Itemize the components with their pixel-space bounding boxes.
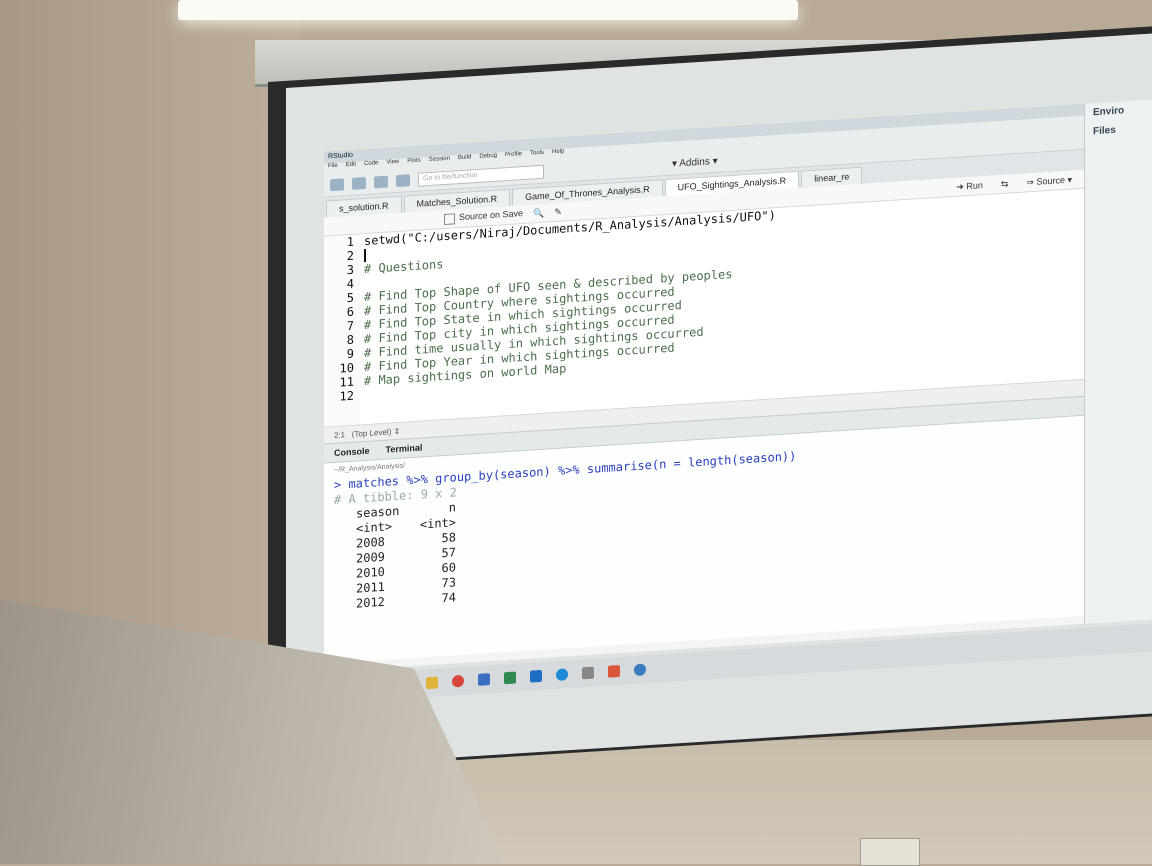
rstudio-window: RStudio File Edit Code View Plots Sessio… [324,99,1152,672]
new-file-icon[interactable] [330,178,344,192]
line-gutter: 1 2 3 4 5 6 7 8 9 10 11 12 [324,234,360,427]
tab-files[interactable]: Files [1085,118,1152,141]
open-folder-icon[interactable] [374,175,388,189]
side-pane: Enviro Files [1084,99,1152,624]
tab-terminal[interactable]: Terminal [386,442,423,454]
powerpoint-icon[interactable] [608,664,620,678]
settings-icon[interactable] [582,666,594,680]
scope-label: (Top Level) [351,426,392,439]
new-project-icon[interactable] [352,176,366,190]
line-number: 12 [339,388,354,404]
projected-screen: RStudio File Edit Code View Plots Sessio… [286,33,1152,769]
wand-icon[interactable]: ✎ [554,206,562,217]
count-cell: 74 [441,590,456,606]
run-label: Run [966,179,983,191]
checkbox-icon [444,212,455,225]
search-icon[interactable]: 🔍 [533,207,544,219]
menu-file[interactable]: File [328,163,338,175]
source-button[interactable]: ⇒ Source ▾ [1026,174,1072,188]
outlook-icon[interactable] [530,669,542,683]
file-explorer-icon[interactable] [426,676,438,690]
menu-edit[interactable]: Edit [346,162,356,174]
wall-socket [860,838,920,866]
run-controls: ➜ Run ⇆ ⇒ Source ▾ [956,174,1072,192]
tab-console[interactable]: Console [334,446,370,458]
rstudio-icon[interactable] [634,663,646,677]
scope-indicator[interactable]: 2:1 (Top Level) ⇕ [334,426,400,439]
text-cursor [364,248,366,263]
menu-tools[interactable]: Tools [530,150,544,162]
code-lines: setwd("C:/users/Niraj/Documents/R_Analys… [360,208,776,424]
ceiling-light [178,0,798,20]
menu-code[interactable]: Code [364,160,378,172]
store-icon[interactable] [478,673,490,686]
save-icon[interactable] [396,174,410,188]
goto-file-input[interactable]: Go to file/function [418,164,544,187]
menu-debug[interactable]: Debug [479,153,497,165]
addins-dropdown[interactable]: ▾ Addins ▾ [672,155,718,169]
menu-view[interactable]: View [386,159,399,171]
rerun-icon[interactable]: ⇆ [1001,178,1009,189]
source-on-save-label: Source on Save [459,208,524,223]
menu-session[interactable]: Session [429,156,450,168]
menu-build[interactable]: Build [458,154,471,166]
menu-help[interactable]: Help [552,148,564,160]
source-on-save-checkbox[interactable]: Source on Save [444,209,523,225]
menu-plots[interactable]: Plots [407,158,420,170]
excel-icon[interactable] [504,671,516,685]
run-button[interactable]: ➜ Run [956,180,983,193]
menu-profile[interactable]: Profile [505,151,522,163]
season-cell: 2012 [356,594,385,611]
cursor-position: 2:1 [334,429,346,440]
source-label: Source [1036,174,1065,187]
chrome-icon[interactable] [452,674,464,688]
edge-icon[interactable] [556,668,568,682]
addins-label: Addins [679,155,710,169]
